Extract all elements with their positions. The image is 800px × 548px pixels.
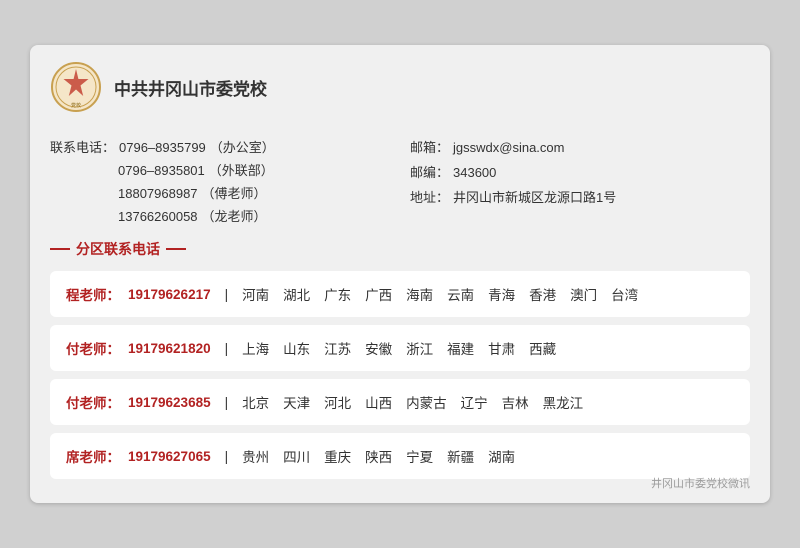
region-area-3-3: 陕西	[365, 446, 392, 466]
org-name: 中共井冈山市委党校	[114, 75, 267, 100]
regions-1: 上海山东江苏安徽浙江福建甘肃西藏	[242, 338, 556, 358]
region-area-0-9: 台湾	[611, 284, 638, 304]
phone-row-2: 0796–8935801 （外联部）	[50, 160, 390, 179]
regions-2: 北京天津河北山西内蒙古辽宁吉林黑龙江	[242, 392, 583, 412]
region-list: 程老师： 19179626217 | 河南湖北广东广西海南云南青海香港澳门台湾付老师：…	[50, 271, 750, 479]
org-logo: 党校	[50, 61, 102, 113]
phone-row-4: 13766260058 （龙老师）	[50, 206, 390, 225]
region-area-1-4: 浙江	[406, 338, 433, 358]
teacher-name-1: 付老师：	[66, 338, 120, 358]
region-block-3: 席老师： 19179627065 | 贵州四川重庆陕西宁夏新疆湖南	[50, 433, 750, 479]
zipcode-label: 邮编：	[410, 162, 449, 181]
phone4-note: （龙老师）	[202, 206, 267, 225]
region-area-3-6: 湖南	[488, 446, 515, 466]
region-area-2-0: 北京	[242, 392, 269, 412]
region-area-2-5: 辽宁	[461, 392, 488, 412]
region-area-1-7: 西藏	[529, 338, 556, 358]
email-value: jgsswdx@sina.com	[453, 140, 564, 155]
main-card: 党校 中共井冈山市委党校 联系电话： 0796–8935799 （办公室） 07…	[30, 45, 770, 503]
contact-right: 邮箱： jgsswdx@sina.com 邮编： 343600 地址： 井冈山市…	[410, 137, 750, 225]
zipcode-row: 邮编： 343600	[410, 162, 750, 181]
region-area-2-6: 吉林	[502, 392, 529, 412]
address-value: 井冈山市新城区龙源口路1号	[453, 187, 616, 206]
separator-3: |	[225, 449, 229, 464]
region-block-0: 程老师： 19179626217 | 河南湖北广东广西海南云南青海香港澳门台湾	[50, 271, 750, 317]
email-label: 邮箱：	[410, 137, 449, 156]
region-area-2-4: 内蒙古	[406, 392, 447, 412]
region-area-2-2: 河北	[324, 392, 351, 412]
region-area-3-4: 宁夏	[406, 446, 433, 466]
teacher-phone-3: 19179627065	[128, 449, 211, 464]
region-area-1-6: 甘肃	[488, 338, 515, 358]
address-row: 地址： 井冈山市新城区龙源口路1号	[410, 187, 750, 206]
region-area-3-1: 四川	[283, 446, 310, 466]
region-area-0-0: 河南	[242, 284, 269, 304]
region-area-0-6: 青海	[488, 284, 515, 304]
phone-row-3: 18807968987 （傅老师）	[50, 183, 390, 202]
teacher-phone-2: 19179623685	[128, 395, 211, 410]
region-area-1-3: 安徽	[365, 338, 392, 358]
region-area-3-0: 贵州	[242, 446, 269, 466]
section-title: 分区联系电话	[76, 239, 160, 259]
region-area-0-2: 广东	[324, 284, 351, 304]
separator-1: |	[225, 341, 229, 356]
region-area-2-7: 黑龙江	[543, 392, 584, 412]
phone3-note: （傅老师）	[202, 183, 267, 202]
teacher-phone-0: 19179626217	[128, 287, 211, 302]
region-block-2: 付老师： 19179623685 | 北京天津河北山西内蒙古辽宁吉林黑龙江	[50, 379, 750, 425]
region-area-0-7: 香港	[529, 284, 556, 304]
phone4-value: 13766260058	[118, 209, 198, 224]
separator-0: |	[225, 287, 229, 302]
teacher-name-2: 付老师：	[66, 392, 120, 412]
divider-line-left	[50, 248, 70, 250]
region-area-2-3: 山西	[365, 392, 392, 412]
header: 党校 中共井冈山市委党校	[50, 61, 750, 123]
teacher-name-0: 程老师：	[66, 284, 120, 304]
phone-row-1: 联系电话： 0796–8935799 （办公室）	[50, 137, 390, 156]
region-area-0-8: 澳门	[570, 284, 597, 304]
phone1-note: （办公室）	[210, 137, 275, 156]
region-area-0-1: 湖北	[283, 284, 310, 304]
region-block-1: 付老师： 19179621820 | 上海山东江苏安徽浙江福建甘肃西藏	[50, 325, 750, 371]
region-area-0-4: 海南	[406, 284, 433, 304]
region-area-0-3: 广西	[365, 284, 392, 304]
phone2-value: 0796–8935801	[118, 163, 205, 178]
phone3-value: 18807968987	[118, 186, 198, 201]
region-area-3-5: 新疆	[447, 446, 474, 466]
address-label: 地址：	[410, 187, 449, 206]
region-area-2-1: 天津	[283, 392, 310, 412]
regions-3: 贵州四川重庆陕西宁夏新疆湖南	[242, 446, 515, 466]
regions-0: 河南湖北广东广西海南云南青海香港澳门台湾	[242, 284, 638, 304]
zipcode-value: 343600	[453, 165, 496, 180]
divider-line-right	[166, 248, 186, 250]
contact-grid: 联系电话： 0796–8935799 （办公室） 0796–8935801 （外…	[50, 137, 750, 225]
teacher-name-3: 席老师：	[66, 446, 120, 466]
region-area-1-2: 江苏	[324, 338, 351, 358]
region-area-1-0: 上海	[242, 338, 269, 358]
section-divider: 分区联系电话	[50, 239, 750, 259]
teacher-phone-1: 19179621820	[128, 341, 211, 356]
separator-2: |	[225, 395, 229, 410]
email-row: 邮箱： jgsswdx@sina.com	[410, 137, 750, 156]
region-area-0-5: 云南	[447, 284, 474, 304]
phone1-value: 0796–8935799	[119, 140, 206, 155]
region-area-3-2: 重庆	[324, 446, 351, 466]
region-area-1-5: 福建	[447, 338, 474, 358]
region-area-1-1: 山东	[283, 338, 310, 358]
phone2-note: （外联部）	[209, 160, 274, 179]
svg-text:党校: 党校	[71, 102, 81, 109]
contact-left: 联系电话： 0796–8935799 （办公室） 0796–8935801 （外…	[50, 137, 390, 225]
phone-label: 联系电话：	[50, 137, 115, 156]
